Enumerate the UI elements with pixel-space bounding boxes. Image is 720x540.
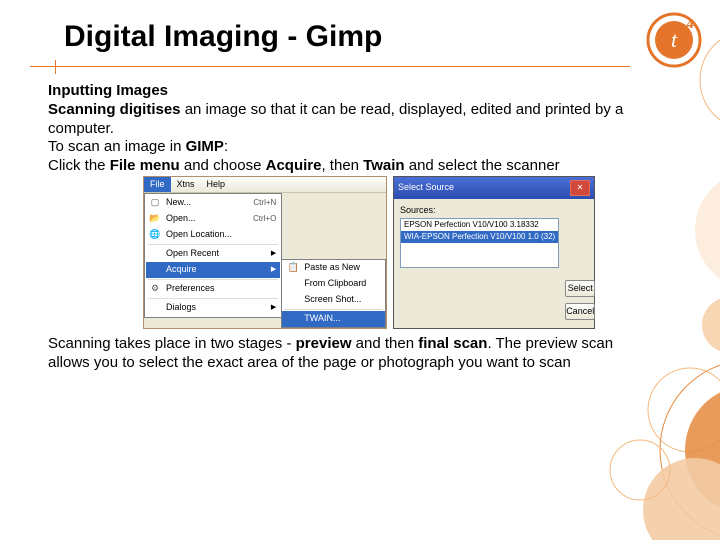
menu-item-preferences[interactable]: ⚙ Preferences bbox=[146, 281, 280, 297]
open-icon: 📂 bbox=[148, 213, 162, 225]
menu-item-open[interactable]: 📂 Open... Ctrl+O bbox=[146, 211, 280, 227]
select-button[interactable]: Select bbox=[565, 280, 595, 297]
source-item-selected[interactable]: WIA-EPSON Perfection V10/V100 1.0 (32) bbox=[401, 231, 558, 243]
dialog-titlebar: Select Source ✕ bbox=[394, 177, 594, 199]
chevron-right-icon: ▶ bbox=[271, 250, 276, 259]
svg-text:t: t bbox=[671, 27, 678, 52]
file-dropdown: ▢ New... Ctrl+N 📂 Open... Ctrl+O 🌐 Open … bbox=[144, 193, 282, 318]
menu-item-dialogs[interactable]: Dialogs ▶ bbox=[146, 300, 280, 316]
source-item[interactable]: EPSON Perfection V10/V100 3.18332 bbox=[401, 219, 558, 231]
page-title: Digital Imaging - Gimp bbox=[64, 20, 382, 54]
chevron-right-icon: ▶ bbox=[271, 304, 276, 313]
sources-listbox[interactable]: EPSON Perfection V10/V100 3.18332 WIA-EP… bbox=[400, 218, 559, 268]
menu-item-open-location[interactable]: 🌐 Open Location... bbox=[146, 227, 280, 243]
close-button[interactable]: ✕ bbox=[570, 180, 590, 196]
menu-item-open-recent[interactable]: Open Recent ▶ bbox=[146, 246, 280, 262]
t4-logo: t 4 bbox=[646, 12, 702, 68]
menu-xtns[interactable]: Xtns bbox=[171, 177, 201, 192]
menu-bar: File Xtns Help bbox=[144, 177, 386, 193]
submenu-paste-as-new[interactable]: 📋 Paste as New bbox=[282, 260, 385, 276]
new-icon: ▢ bbox=[148, 197, 162, 209]
paragraph-2: To scan an image in GIMP: bbox=[48, 138, 630, 157]
acquire-submenu: 📋 Paste as New From Clipboard Screen Sho… bbox=[281, 259, 386, 328]
menu-file[interactable]: File bbox=[144, 177, 171, 192]
open-location-icon: 🌐 bbox=[148, 229, 162, 241]
paragraph-3: Click the File menu and choose Acquire, … bbox=[48, 157, 630, 176]
chevron-right-icon: ▶ bbox=[271, 266, 276, 275]
preferences-icon: ⚙ bbox=[148, 283, 162, 295]
submenu-from-clipboard[interactable]: From Clipboard bbox=[282, 276, 385, 292]
close-icon: ✕ bbox=[577, 183, 584, 193]
subheading: Inputting Images bbox=[48, 82, 630, 101]
slide-content: Inputting Images Scanning digitises an i… bbox=[48, 82, 630, 373]
gimp-file-menu-screenshot: File Xtns Help ▢ New... Ctrl+N 📂 Open... bbox=[143, 176, 387, 329]
menu-item-new[interactable]: ▢ New... Ctrl+N bbox=[146, 195, 280, 211]
paragraph-1: Scanning digitises an image so that it c… bbox=[48, 101, 630, 139]
svg-text:4: 4 bbox=[687, 17, 694, 32]
submenu-twain[interactable]: TWAIN... bbox=[282, 311, 385, 327]
menu-item-acquire[interactable]: Acquire ▶ bbox=[146, 262, 280, 278]
menu-help[interactable]: Help bbox=[201, 177, 232, 192]
embedded-screenshots: File Xtns Help ▢ New... Ctrl+N 📂 Open... bbox=[143, 176, 630, 329]
select-source-dialog: Select Source ✕ Sources: EPSON Perfectio… bbox=[393, 176, 595, 329]
submenu-screen-shot[interactable]: Screen Shot... bbox=[282, 292, 385, 308]
cancel-button[interactable]: Cancel bbox=[565, 303, 595, 320]
sources-label: Sources: bbox=[400, 205, 559, 216]
paragraph-4: Scanning takes place in two stages - pre… bbox=[48, 335, 630, 373]
paste-icon: 📋 bbox=[286, 262, 300, 274]
title-underline bbox=[30, 60, 630, 74]
